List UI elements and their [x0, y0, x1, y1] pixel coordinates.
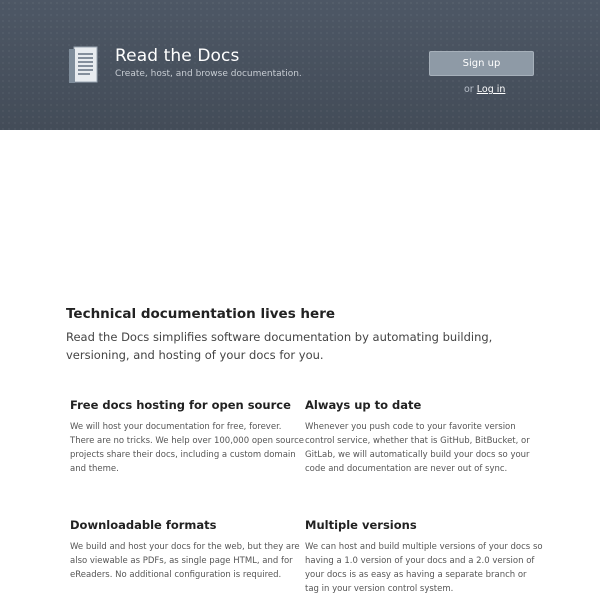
feature-up-to-date: Always up to date Whenever you push code…	[305, 398, 543, 476]
docs-book-icon[interactable]	[68, 46, 98, 84]
feature-free-hosting: Free docs hosting for open source We wil…	[70, 398, 308, 476]
feature-text: Whenever you push code to your favorite …	[305, 422, 530, 474]
login-line: or Log in	[464, 84, 505, 95]
hero-description: Read the Docs simplifies software docume…	[66, 330, 493, 362]
feature-title: Downloadable formats	[70, 518, 217, 532]
brand-tagline: Create, host, and browse documentation.	[115, 69, 302, 79]
hero-title: Technical documentation lives here	[66, 306, 336, 322]
feature-multiple-versions: Multiple versions We can host and build …	[305, 518, 543, 596]
site-header: Read the Docs Create, host, and browse d…	[0, 0, 600, 130]
login-prefix: or	[464, 84, 474, 95]
brand-title[interactable]: Read the Docs	[115, 46, 239, 66]
feature-title: Always up to date	[305, 398, 422, 412]
feature-text: We build and host your docs for the web,…	[70, 542, 300, 580]
feature-title: Multiple versions	[305, 518, 417, 532]
feature-text: We can host and build multiple versions …	[305, 542, 543, 594]
feature-title: Free docs hosting for open source	[70, 398, 291, 412]
feature-downloadable-formats: Downloadable formats We build and host y…	[70, 518, 308, 582]
signup-button[interactable]: Sign up	[429, 51, 534, 76]
feature-text: We will host your documentation for free…	[70, 422, 304, 474]
login-link[interactable]: Log in	[477, 84, 506, 95]
